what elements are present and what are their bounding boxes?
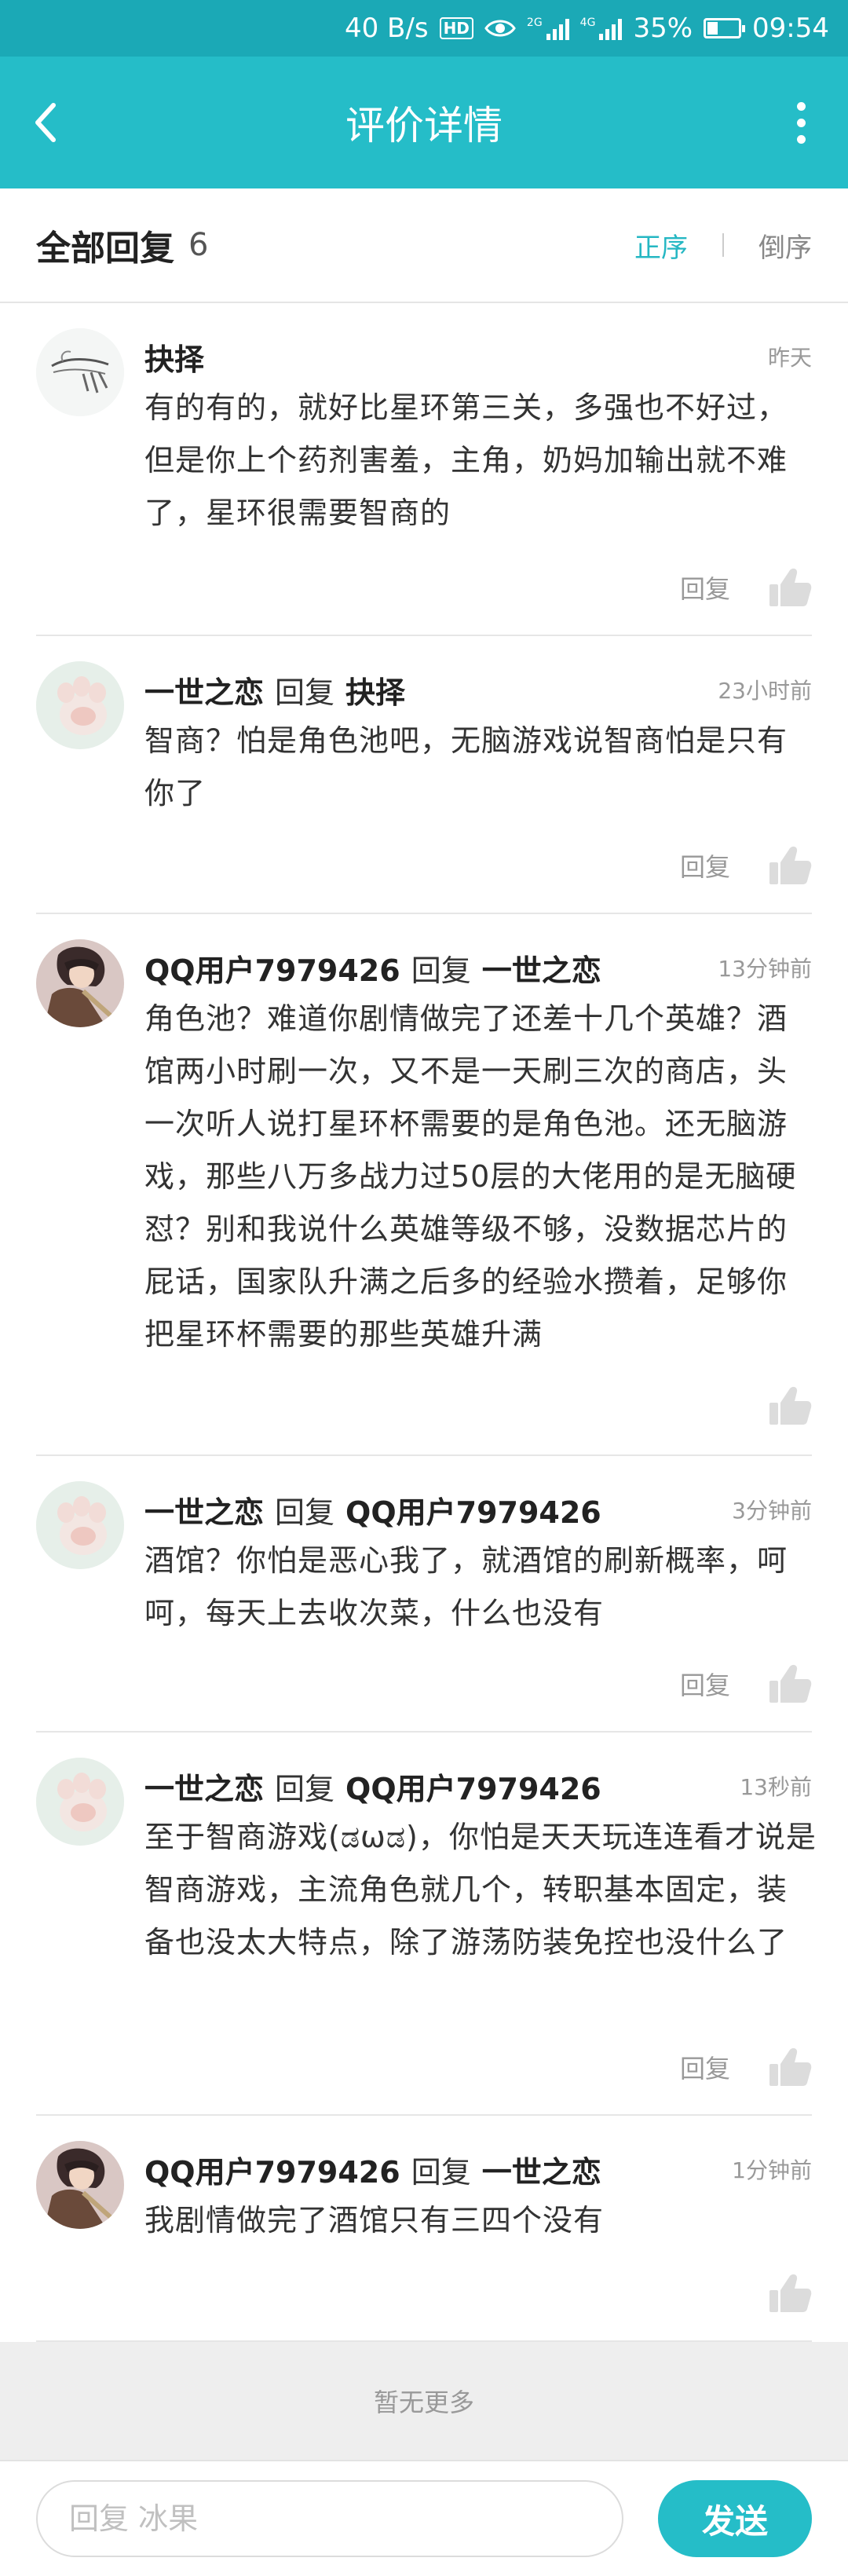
timestamp: 昨天 <box>767 345 812 371</box>
reply-button[interactable]: 回复 <box>680 1666 730 1702</box>
avatar[interactable] <box>36 1481 124 1569</box>
sort-toggle: 正序 倒序 <box>634 226 812 265</box>
comment-actions: 回复 <box>680 2047 812 2088</box>
reply-target-name[interactable]: 抉择 <box>345 668 405 712</box>
sort-ascending-button[interactable]: 正序 <box>634 226 688 265</box>
thumbs-up-icon[interactable] <box>768 2047 812 2088</box>
reply-indicator: 回复 <box>275 1771 335 1806</box>
comment-item: 一世之恋 回复 抉择 23小时前 智商？怕是角色池吧，无脑游戏说智商怕是只有你了… <box>0 636 848 914</box>
hd-icon: HD <box>439 17 473 39</box>
comment-actions: 回复 <box>680 845 812 886</box>
replies-count: 6 <box>188 227 209 263</box>
chevron-left-icon <box>35 103 56 142</box>
battery-icon <box>704 18 746 38</box>
send-button[interactable]: 发送 <box>658 2480 812 2557</box>
author-name[interactable]: 抉择 <box>144 335 204 379</box>
comment-header: QQ用户7979426 回复 一世之恋 1分钟前 <box>144 2146 812 2193</box>
reply-input-bar: 发送 <box>0 2460 848 2576</box>
comment-actions <box>768 2273 812 2314</box>
reply-indicator: 回复 <box>411 2154 471 2190</box>
comment-text: 酒馆？你怕是恶心我了，就酒馆的刷新概率，呵呵，每天上去收次菜，什么也没有 <box>144 1543 788 1630</box>
reply-input[interactable] <box>36 2480 623 2557</box>
network-type-label: 4G <box>579 16 596 29</box>
back-button[interactable] <box>31 91 79 154</box>
replies-title: 全部回复 <box>36 229 174 269</box>
reply-indicator: 回复 <box>275 1495 335 1530</box>
comment-header: 一世之恋 回复 QQ用户7979426 13秒前 <box>144 1762 812 1809</box>
thumbs-up-icon[interactable] <box>768 845 812 886</box>
more-vertical-icon <box>796 101 806 111</box>
network-speed: 40 B/s <box>344 13 429 44</box>
comment-text: 有的有的，就好比星环第三关，多强也不好过，但是你上个药剂害羞，主角，奶妈加输出就… <box>144 390 788 530</box>
replies-header: 全部回复 6 正序 倒序 <box>0 188 848 303</box>
timestamp: 3分钟前 <box>732 1498 812 1524</box>
reply-target-name[interactable]: QQ用户7979426 <box>345 1765 601 1808</box>
status-bar: 40 B/s HD 2G 4G 35% 09:54 <box>0 0 848 57</box>
comment-text: 智商？怕是角色池吧，无脑游戏说智商怕是只有你了 <box>144 723 788 810</box>
network-type-label: 2G <box>526 16 543 29</box>
no-more-indicator: 暂无更多 <box>0 2342 848 2460</box>
timestamp: 1分钟前 <box>732 2157 812 2183</box>
signal-icon: 4G <box>580 16 623 40</box>
author-name[interactable]: 一世之恋 <box>144 1765 264 1808</box>
timestamp: 23小时前 <box>718 678 812 704</box>
reply-button[interactable]: 回复 <box>680 847 730 884</box>
avatar[interactable] <box>36 661 124 749</box>
sort-descending-button[interactable]: 倒序 <box>758 226 812 265</box>
comment-header: 抉择 昨天 <box>144 333 812 380</box>
thumbs-up-icon[interactable] <box>768 567 812 608</box>
comment-text: 至于智商游戏(ಡωಡ)，你怕是天天玩连连看才说是智商游戏，主流角色就几个，转职基… <box>144 1820 817 1959</box>
timestamp: 13分钟前 <box>718 956 812 982</box>
avatar[interactable] <box>36 328 124 416</box>
reply-target-name[interactable]: 一世之恋 <box>482 946 601 990</box>
author-name[interactable]: QQ用户7979426 <box>144 946 400 990</box>
reply-target-name[interactable]: 一世之恋 <box>482 2148 601 2191</box>
comment-item: 抉择 昨天 有的有的，就好比星环第三关，多强也不好过，但是你上个药剂害羞，主角，… <box>0 303 848 636</box>
reply-button[interactable]: 回复 <box>680 569 730 606</box>
avatar[interactable] <box>36 939 124 1027</box>
comment-item: 一世之恋 回复 QQ用户7979426 13秒前 至于智商游戏(ಡωಡ)，你怕是… <box>0 1733 848 2116</box>
thumbs-up-icon[interactable] <box>768 1385 812 1426</box>
author-name[interactable]: 一世之恋 <box>144 668 264 712</box>
clock: 09:54 <box>752 13 829 44</box>
page-title: 评价详情 <box>345 103 503 148</box>
reply-target-name[interactable]: QQ用户7979426 <box>345 1488 601 1531</box>
divider <box>722 233 724 257</box>
author-name[interactable]: QQ用户7979426 <box>144 2148 400 2191</box>
comment-text: 我剧情做完了酒馆只有三四个没有 <box>144 2203 605 2238</box>
comment-actions <box>768 1385 812 1426</box>
thumbs-up-icon[interactable] <box>768 1663 812 1704</box>
app-bar: 评价详情 <box>0 57 848 188</box>
comment-actions: 回复 <box>680 567 812 608</box>
comment-actions: 回复 <box>680 1663 812 1704</box>
signal-icon: 2G <box>527 16 569 40</box>
comment-item: 一世之恋 回复 QQ用户7979426 3分钟前 酒馆？你怕是恶心我了，就酒馆的… <box>0 1456 848 1733</box>
comment-header: QQ用户7979426 回复 一世之恋 13分钟前 <box>144 944 812 991</box>
reply-indicator: 回复 <box>275 675 335 710</box>
comment-item: QQ用户7979426 回复 一世之恋 1分钟前 我剧情做完了酒馆只有三四个没有 <box>0 2116 848 2342</box>
comment-text: 角色池？难道你剧情做完了还差十几个英雄？酒馆两小时刷一次，又不是一天刷三次的商店… <box>144 1001 797 1352</box>
comment-header: 一世之恋 回复 QQ用户7979426 3分钟前 <box>144 1486 812 1533</box>
thumbs-up-icon[interactable] <box>768 2273 812 2314</box>
avatar[interactable] <box>36 2141 124 2229</box>
battery-percent: 35% <box>633 13 693 44</box>
eye-icon <box>484 17 516 39</box>
timestamp: 13秒前 <box>740 1774 812 1800</box>
reply-indicator: 回复 <box>411 953 471 988</box>
author-name[interactable]: 一世之恋 <box>144 1488 264 1531</box>
comment-header: 一世之恋 回复 抉择 23小时前 <box>144 666 812 713</box>
more-menu-button[interactable] <box>785 91 817 154</box>
comment-item: QQ用户7979426 回复 一世之恋 13分钟前 角色池？难道你剧情做完了还差… <box>0 914 848 1456</box>
reply-button[interactable]: 回复 <box>680 2049 730 2085</box>
avatar[interactable] <box>36 1758 124 1846</box>
